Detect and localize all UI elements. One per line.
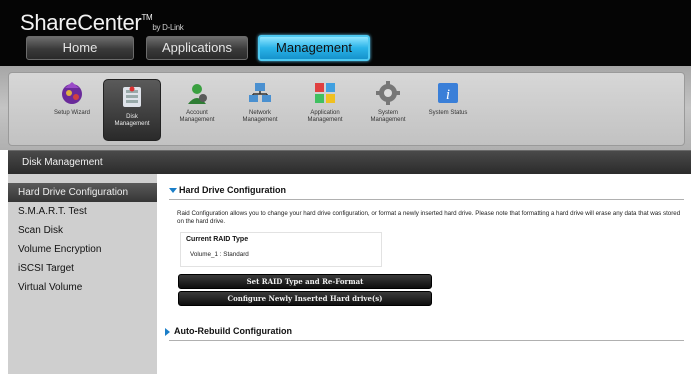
- system-management-button[interactable]: System Management: [360, 76, 416, 146]
- sidebar: Hard Drive Configuration S.M.A.R.T. Test…: [8, 174, 157, 374]
- gear-icon: [375, 80, 401, 106]
- disk-management-button[interactable]: Disk Management: [103, 79, 161, 141]
- hard-drive-config-header[interactable]: Hard Drive Configuration: [169, 185, 286, 195]
- account-management-button[interactable]: Account Management: [169, 76, 225, 146]
- svg-text:i: i: [446, 87, 450, 103]
- current-raid-label: Current RAID Type: [186, 236, 249, 243]
- brand-name: ShareCenter: [20, 10, 142, 35]
- network-label-2: Management: [242, 117, 278, 123]
- section-header: Disk Management: [8, 150, 691, 175]
- header-bar: ShareCenterTMby D-Link Home Applications…: [0, 0, 691, 66]
- brand-logo: ShareCenterTMby D-Link: [20, 10, 184, 36]
- brand-tm: TM: [141, 13, 153, 22]
- sidebar-item-volume-encryption[interactable]: Volume Encryption: [8, 240, 157, 259]
- network-icon: [247, 80, 273, 106]
- sidebar-item-hard-drive-configuration[interactable]: Hard Drive Configuration: [8, 183, 157, 202]
- tab-home[interactable]: Home: [26, 36, 134, 60]
- collapse-triangle-icon: [165, 327, 170, 336]
- divider: [169, 340, 684, 341]
- hard-drive-config-title: Hard Drive Configuration: [179, 185, 287, 195]
- wizard-icon: [59, 80, 85, 106]
- disk-label-2: Management: [114, 121, 150, 127]
- setup-wizard-button[interactable]: Setup Wizard: [44, 76, 100, 146]
- network-label-1: Network: [248, 110, 271, 116]
- configure-new-drive-button[interactable]: Configure Newly Inserted Hard drive(s): [178, 291, 432, 306]
- section-title: Disk Management: [22, 157, 103, 168]
- system-status-button[interactable]: i System Status: [420, 76, 476, 146]
- main-panel: Hard Drive Configuration Raid Configurat…: [157, 174, 691, 374]
- application-management-button[interactable]: Application Management: [297, 76, 353, 146]
- application-icon: [312, 80, 338, 106]
- setup-wizard-label: Setup Wizard: [53, 110, 90, 116]
- account-label-1: Account: [186, 110, 208, 116]
- account-label-2: Management: [179, 117, 215, 123]
- network-management-button[interactable]: Network Management: [232, 76, 288, 146]
- system-status-label: System Status: [428, 110, 468, 116]
- tab-management[interactable]: Management: [258, 35, 370, 61]
- brand-by: by D-Link: [152, 23, 184, 32]
- tab-applications[interactable]: Applications: [146, 36, 248, 60]
- auto-rebuild-title: Auto-Rebuild Configuration: [174, 326, 292, 336]
- raid-description: Raid Configuration allows you to change …: [177, 210, 681, 225]
- auto-rebuild-header[interactable]: Auto-Rebuild Configuration: [165, 326, 292, 336]
- application-label-1: Application: [310, 110, 340, 116]
- sidebar-item-scan-disk[interactable]: Scan Disk: [8, 221, 157, 240]
- icon-toolbar: Setup Wizard Disk Management Account Manag…: [0, 66, 691, 150]
- info-icon: i: [435, 80, 461, 106]
- divider: [169, 199, 684, 200]
- account-icon: [184, 80, 210, 106]
- sidebar-item-smart-test[interactable]: S.M.A.R.T. Test: [8, 202, 157, 221]
- set-raid-reformat-button[interactable]: Set RAID Type and Re-Format: [178, 274, 432, 289]
- disk-label-1: Disk: [126, 114, 138, 120]
- sidebar-item-iscsi-target[interactable]: iSCSI Target: [8, 259, 157, 278]
- system-label-1: System: [377, 110, 398, 116]
- expand-triangle-icon: [169, 188, 177, 194]
- system-label-2: Management: [370, 117, 406, 123]
- current-raid-box: Current RAID Type Volume_1 : Standard: [180, 232, 382, 267]
- sidebar-item-virtual-volume[interactable]: Virtual Volume: [8, 278, 157, 297]
- current-raid-value: Volume_1 : Standard: [190, 251, 249, 258]
- disk-icon: [119, 84, 145, 110]
- application-label-2: Management: [307, 117, 343, 123]
